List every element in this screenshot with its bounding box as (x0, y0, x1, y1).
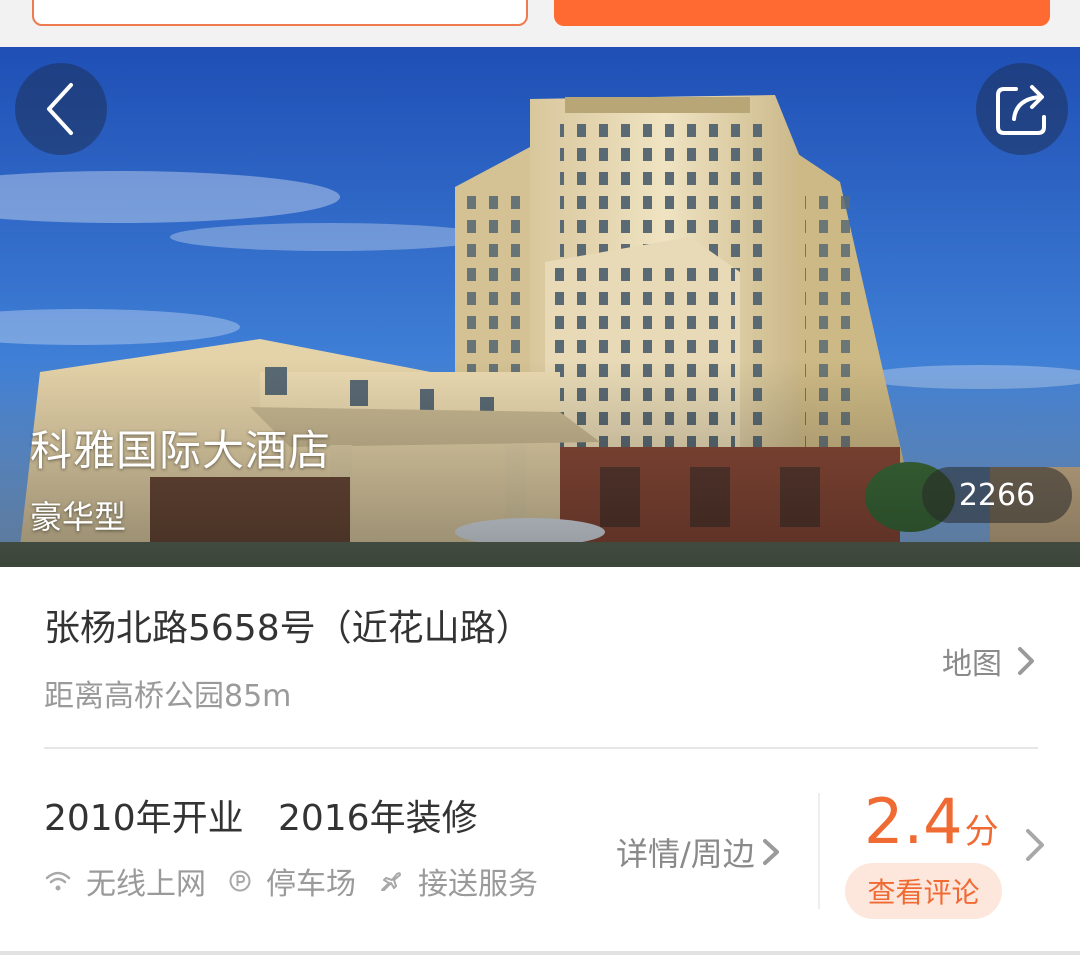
parking-icon (228, 869, 252, 893)
landmark-distance: 距离高桥公园85m (44, 679, 292, 714)
facility-shuttle: 接送服务 (378, 859, 538, 903)
hotel-info-card: 张杨北路5658号（近花山路） 距离高桥公园85m 地图 2010年开业 201… (0, 567, 1080, 951)
wifi-icon (44, 869, 72, 893)
chevron-right-icon (1018, 647, 1034, 675)
chevron-left-icon (47, 83, 73, 135)
chevron-right-icon (762, 839, 779, 865)
score-value: 2.4 (864, 785, 963, 858)
facility-parking: 停车场 (228, 859, 356, 903)
facility-label: 接送服务 (418, 867, 538, 902)
vertical-divider (818, 793, 820, 909)
rating-score[interactable]: 2.4 分 (864, 785, 999, 858)
hotel-photo-banner[interactable]: 科雅国际大酒店 豪华型 2266 (0, 47, 1080, 567)
opening-renovation-years: 2010年开业 2016年装修 (44, 798, 478, 839)
section-divider (44, 747, 1038, 749)
plane-icon (378, 868, 404, 894)
hotel-category: 豪华型 (30, 498, 127, 536)
share-icon (996, 85, 1046, 135)
map-label: 地图 (942, 647, 1002, 682)
secondary-action-button[interactable] (32, 0, 528, 26)
detail-nearby-link[interactable]: 详情/周边 (616, 829, 783, 875)
hotel-name: 科雅国际大酒店 (30, 426, 332, 475)
chevron-right-icon[interactable] (1022, 825, 1048, 865)
facility-label: 无线上网 (86, 867, 206, 902)
map-link[interactable]: 地图 (942, 639, 1040, 683)
hotel-address: 张杨北路5658号（近花山路） (44, 608, 532, 649)
share-button[interactable] (976, 63, 1068, 155)
detail-label: 详情/周边 (616, 835, 755, 873)
score-unit: 分 (964, 812, 999, 852)
facility-label: 停车场 (266, 867, 356, 902)
view-reviews-button[interactable]: 查看评论 (845, 863, 1002, 919)
facility-list: 无线上网 停车场 接送服务 (44, 859, 560, 903)
primary-action-button[interactable] (554, 0, 1050, 26)
back-button[interactable] (15, 63, 107, 155)
photo-count-badge[interactable]: 2266 (922, 467, 1072, 523)
hotel-photo (0, 47, 1080, 567)
facility-wifi: 无线上网 (44, 859, 206, 903)
top-action-bar (0, 0, 1080, 47)
bottom-separator (0, 951, 1080, 955)
